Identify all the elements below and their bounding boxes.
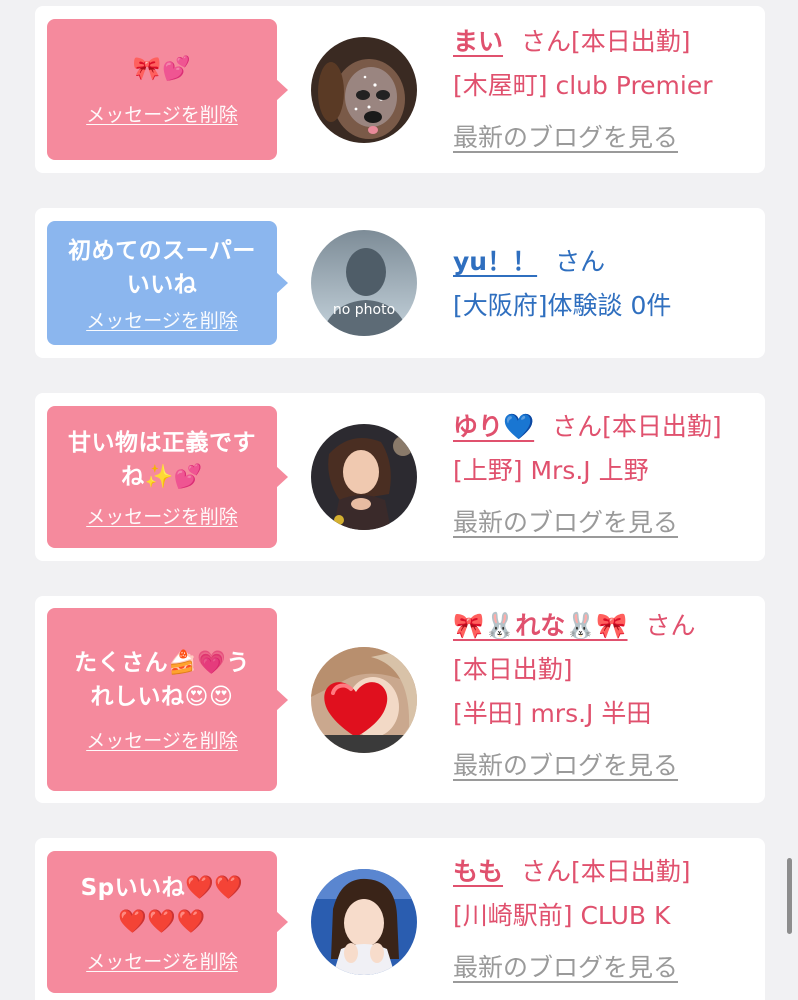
status-badge: [本日出勤] [453, 655, 573, 684]
name-line: 🎀🐰れな🐰🎀 さん [453, 604, 753, 648]
profile-info: もも さん[本日出勤] [川崎駅前] CLUB K 最新のブログを見る [453, 850, 753, 990]
shop-name: [半田] mrs.J 半田 [453, 699, 652, 728]
delete-message-link[interactable]: メッセージを削除 [86, 306, 238, 333]
profile-name-link[interactable]: まい [453, 27, 503, 56]
delete-message-link[interactable]: メッセージを削除 [86, 100, 238, 127]
delete-message-link[interactable]: メッセージを削除 [86, 947, 238, 974]
avatar[interactable] [311, 424, 417, 530]
profile-name-link[interactable]: 🎀🐰れな🐰🎀 [453, 611, 628, 640]
message-bubble: 甘い物は正義ですね✨💕 メッセージを削除 [47, 406, 288, 548]
profile-name-link[interactable]: もも [453, 857, 503, 886]
message-bubble: たくさん🍰💗うれしいね😍😍 メッセージを削除 [47, 608, 288, 791]
message-card: 甘い物は正義ですね✨💕 メッセージを削除 ゆり💙 さん[本日出勤] [上野] Mr… [35, 393, 765, 561]
message-bubble: Spいいね❤️❤️❤️❤️❤️ メッセージを削除 [47, 851, 288, 993]
name-line: まい さん[本日出勤] [453, 20, 753, 64]
name-line: yu！！ さん [453, 240, 753, 284]
shop-name: [木屋町] club Premier [453, 71, 713, 100]
message-bubble: 🎀💕 メッセージを削除 [47, 19, 288, 160]
honorific: さん [521, 27, 572, 56]
name-line: もも さん[本日出勤] [453, 850, 753, 894]
honorific: さん [555, 247, 606, 276]
heart-covered-photo-icon [311, 647, 417, 753]
shop-name: [川崎駅前] CLUB K [453, 901, 671, 930]
no-photo-label: no photo [333, 302, 395, 318]
status-badge: [本日出勤] [571, 857, 691, 886]
profile-info: 🎀🐰れな🐰🎀 さん [本日出勤] [半田] mrs.J 半田 最新のブログを見る [453, 604, 753, 788]
message-card: 初めてのスーパーいいね メッセージを削除 no photo yu！！ さん [大阪… [35, 208, 765, 358]
profile-info: まい さん[本日出勤] [木屋町] club Premier 最新のブログを見る [453, 20, 753, 160]
honorific: さん [552, 412, 603, 441]
profile-info: yu！！ さん [大阪府]体験談 0件 [453, 240, 753, 328]
latest-blog-link[interactable]: 最新のブログを見る [453, 501, 678, 545]
message-text: たくさん🍰💗うれしいね😍😍 [74, 650, 250, 710]
message-text: 🎀💕 [132, 56, 192, 82]
latest-blog-link[interactable]: 最新のブログを見る [453, 116, 678, 160]
message-text: Spいいね❤️❤️❤️❤️❤️ [80, 874, 244, 935]
delete-message-link[interactable]: メッセージを削除 [86, 726, 238, 753]
profile-name-link[interactable]: yu！！ [453, 247, 537, 276]
message-card: Spいいね❤️❤️❤️❤️❤️ メッセージを削除 もも さん[本日出勤] [川崎駅… [35, 838, 765, 1000]
message-text: 甘い物は正義ですね✨💕 [68, 429, 256, 490]
name-line: ゆり💙 さん[本日出勤] [453, 405, 753, 449]
delete-message-link[interactable]: メッセージを削除 [86, 502, 238, 529]
woman-portrait-photo-icon [311, 869, 417, 975]
latest-blog-link[interactable]: 最新のブログを見る [453, 946, 678, 990]
review-count: [大阪府]体験談 0件 [453, 291, 672, 320]
profile-info: ゆり💙 さん[本日出勤] [上野] Mrs.J 上野 最新のブログを見る [453, 405, 753, 545]
status-badge: [本日出勤] [571, 27, 691, 56]
status-badge: [本日出勤] [602, 412, 722, 441]
avatar[interactable] [311, 37, 417, 143]
no-photo-silhouette-icon: no photo [311, 230, 417, 336]
message-bubble: 初めてのスーパーいいね メッセージを削除 [47, 221, 288, 345]
woman-photo-icon [311, 424, 417, 530]
message-card: たくさん🍰💗うれしいね😍😍 メッセージを削除 🎀🐰れな🐰🎀 さん [本日出勤] [… [35, 596, 765, 803]
avatar[interactable]: no photo [311, 230, 417, 336]
profile-name-link[interactable]: ゆり💙 [453, 412, 534, 441]
message-card: 🎀💕 メッセージを削除 まい さん[本日出勤] [木屋町] club Premie… [35, 6, 765, 173]
honorific: さん [521, 857, 572, 886]
honorific: さん [645, 611, 696, 640]
avatar[interactable] [311, 647, 417, 753]
shop-name: [上野] Mrs.J 上野 [453, 456, 649, 485]
latest-blog-link[interactable]: 最新のブログを見る [453, 744, 678, 788]
dog-filter-photo-icon [311, 37, 417, 143]
message-text: 初めてのスーパーいいね [68, 237, 256, 298]
avatar[interactable] [311, 869, 417, 975]
scrollbar[interactable] [787, 858, 792, 934]
